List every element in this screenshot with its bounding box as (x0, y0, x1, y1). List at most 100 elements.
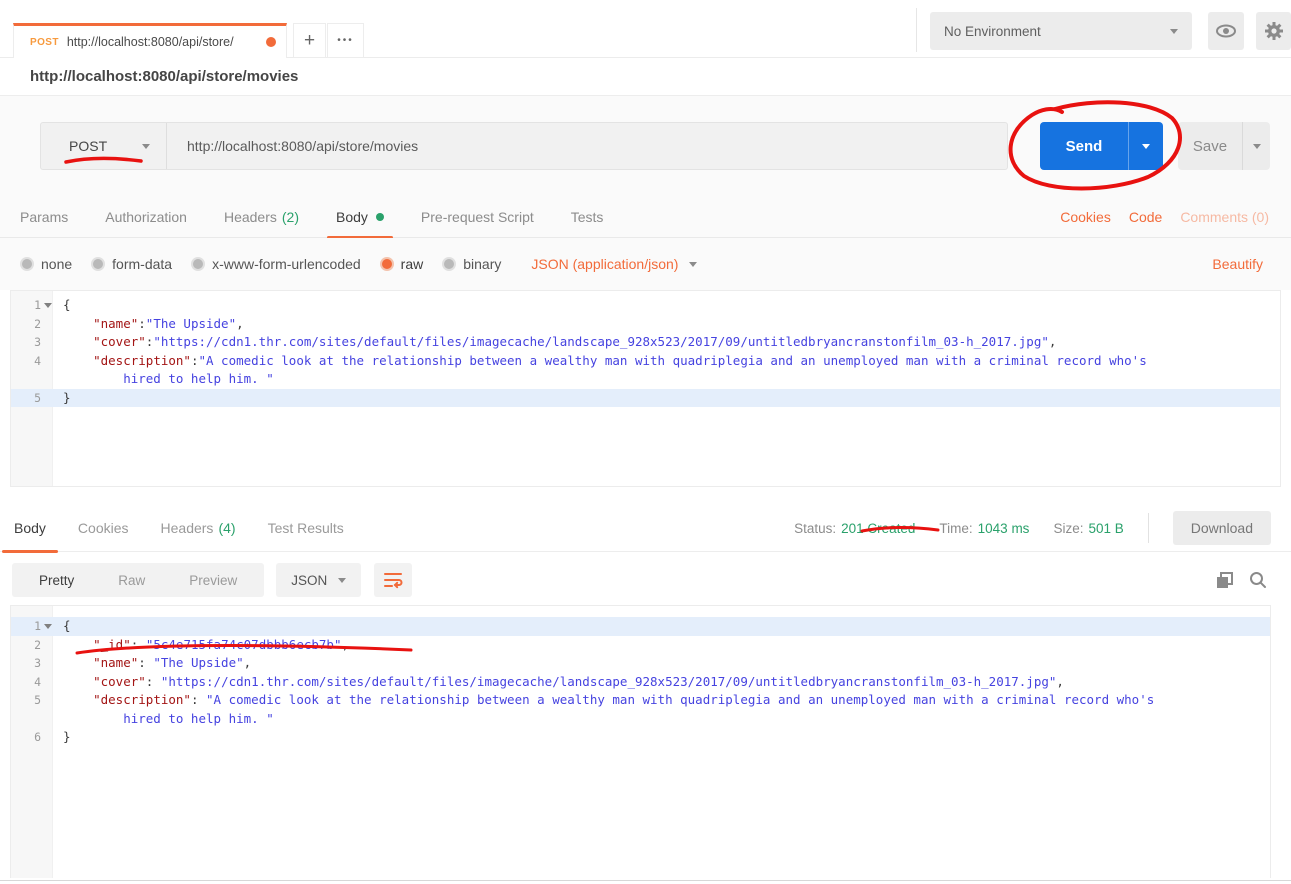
time-label: Time: (939, 521, 972, 536)
header-divider (916, 8, 917, 52)
view-mode-raw[interactable]: Raw (96, 573, 167, 588)
response-tab-body[interactable]: Body (14, 505, 46, 552)
code-line: 2 "name":"The Upside", (11, 315, 1280, 334)
view-mode-preview[interactable]: Preview (167, 573, 259, 588)
beautify-link[interactable]: Beautify (1212, 256, 1291, 272)
code-line: 4 "description":"A comedic look at the r… (11, 352, 1280, 371)
cookies-link[interactable]: Cookies (1060, 209, 1111, 225)
tab-headers[interactable]: Headers(2) (224, 196, 299, 238)
environment-select[interactable]: No Environment (930, 12, 1192, 50)
comments-link[interactable]: Comments (0) (1180, 209, 1269, 225)
time-metric: Time:1043 ms (939, 521, 1029, 536)
request-body-editor[interactable]: 1{2 "name":"The Upside",3 "cover":"https… (10, 290, 1281, 487)
code-line: 5} (11, 389, 1280, 408)
line-number: 5 (11, 389, 53, 408)
format-label: JSON (291, 573, 327, 588)
request-title-text: http://localhost:8080/api/store/movies (30, 68, 298, 85)
fold-caret-icon[interactable] (44, 303, 52, 308)
code-link[interactable]: Code (1129, 209, 1162, 225)
tab-label: Params (20, 209, 68, 225)
tab-body[interactable]: Body (336, 196, 384, 238)
tab-label: Headers (224, 209, 277, 225)
tab-authorization[interactable]: Authorization (105, 196, 187, 238)
request-tab[interactable]: POST http://localhost:8080/api/store/ (13, 23, 287, 58)
line-number: 6 (11, 728, 53, 747)
new-tab-button[interactable]: + (293, 23, 326, 58)
response-toolbar: Pretty Raw Preview JSON (0, 557, 1291, 603)
chevron-down-icon (142, 144, 150, 149)
status-label: Status: (794, 521, 836, 536)
code-line: 6} (11, 728, 1270, 747)
status-value: 201 Created (841, 521, 915, 536)
response-metrics: Status:201 Created Time:1043 ms Size:501… (794, 511, 1291, 545)
body-mode-urlencoded[interactable]: x-www-form-urlencoded (191, 256, 361, 272)
request-builder: POST http://localhost:8080/api/store/mov… (0, 96, 1291, 196)
body-mode-none[interactable]: none (20, 256, 72, 272)
body-mode-label: binary (463, 256, 501, 272)
content-type-select[interactable]: JSON (application/json) (531, 256, 697, 272)
body-mode-form-data[interactable]: form-data (91, 256, 172, 272)
code-text: "description": "A comedic look at the re… (53, 691, 1154, 710)
code-text: "description":"A comedic look at the rel… (53, 352, 1147, 371)
tab-pre-request-script[interactable]: Pre-request Script (421, 196, 534, 238)
metrics-divider (1148, 513, 1149, 543)
response-tab-test-results[interactable]: Test Results (268, 505, 344, 552)
code-line: 4 "cover": "https://cdn1.thr.com/sites/d… (11, 673, 1270, 692)
body-mode-label: raw (401, 256, 424, 272)
radio-icon (191, 257, 205, 271)
line-number: 2 (11, 315, 53, 334)
tab-method-badge: POST (30, 37, 59, 48)
tab-params[interactable]: Params (20, 196, 68, 238)
url-combo: POST http://localhost:8080/api/store/mov… (40, 122, 1008, 170)
settings-button[interactable] (1256, 12, 1291, 50)
gear-icon (1264, 21, 1284, 41)
send-button[interactable]: Send (1040, 122, 1163, 170)
tab-tests[interactable]: Tests (571, 196, 604, 238)
code-line: 3 "cover":"https://cdn1.thr.com/sites/de… (11, 333, 1280, 352)
environment-label: No Environment (944, 24, 1041, 39)
tab-label: Pre-request Script (421, 209, 534, 225)
search-icon[interactable] (1249, 571, 1267, 589)
download-button[interactable]: Download (1173, 511, 1271, 545)
tab-label: Body (14, 520, 46, 536)
response-meta-bar: Body Cookies Headers(4) Test Results Sta… (0, 505, 1291, 552)
save-options-caret[interactable] (1242, 122, 1270, 170)
request-title: http://localhost:8080/api/store/movies (0, 58, 1291, 96)
method-select[interactable]: POST (41, 123, 167, 169)
headers-count: (4) (218, 520, 235, 536)
copy-icon[interactable] (1216, 572, 1233, 589)
response-tab-cookies[interactable]: Cookies (78, 505, 129, 552)
url-input[interactable]: http://localhost:8080/api/store/movies (167, 123, 1007, 169)
postman-app: POST http://localhost:8080/api/store/ + … (0, 0, 1291, 884)
code-line: hired to help him. " (11, 370, 1280, 389)
radio-selected-icon (380, 257, 394, 271)
view-mode-pretty[interactable]: Pretty (17, 573, 96, 588)
body-mode-raw[interactable]: raw (380, 256, 424, 272)
code-text: } (53, 389, 71, 408)
line-number: 4 (11, 673, 53, 692)
code-line: 2 "_id": "5c4e715fa74c07dbbb6ecb7b", (11, 636, 1270, 655)
environment-preview-button[interactable] (1208, 12, 1244, 50)
fold-caret-icon[interactable] (44, 624, 52, 629)
chevron-down-icon (338, 578, 346, 583)
line-number: 2 (11, 636, 53, 655)
code-text: "name":"The Upside", (53, 315, 244, 334)
more-tabs-button[interactable]: ••• (327, 23, 364, 58)
response-format-select[interactable]: JSON (276, 563, 361, 597)
line-number: 3 (11, 654, 53, 673)
send-options-caret[interactable] (1128, 122, 1163, 170)
code-text: hired to help him. " (53, 370, 274, 389)
line-number: 3 (11, 333, 53, 352)
wrap-lines-button[interactable] (374, 563, 412, 597)
method-label: POST (69, 138, 107, 154)
code-line: 1{ (11, 296, 1280, 315)
save-button[interactable]: Save (1178, 122, 1270, 170)
url-value: http://localhost:8080/api/store/movies (187, 138, 418, 154)
tab-label: Cookies (78, 520, 129, 536)
response-tab-headers[interactable]: Headers(4) (161, 505, 236, 552)
code-text: "_id": "5c4e715fa74c07dbbb6ecb7b", (53, 636, 349, 655)
response-body-editor[interactable]: 1{2 "_id": "5c4e715fa74c07dbbb6ecb7b",3 … (10, 605, 1271, 878)
bottom-divider (0, 880, 1291, 881)
body-mode-binary[interactable]: binary (442, 256, 501, 272)
tab-label: Headers (161, 520, 214, 536)
